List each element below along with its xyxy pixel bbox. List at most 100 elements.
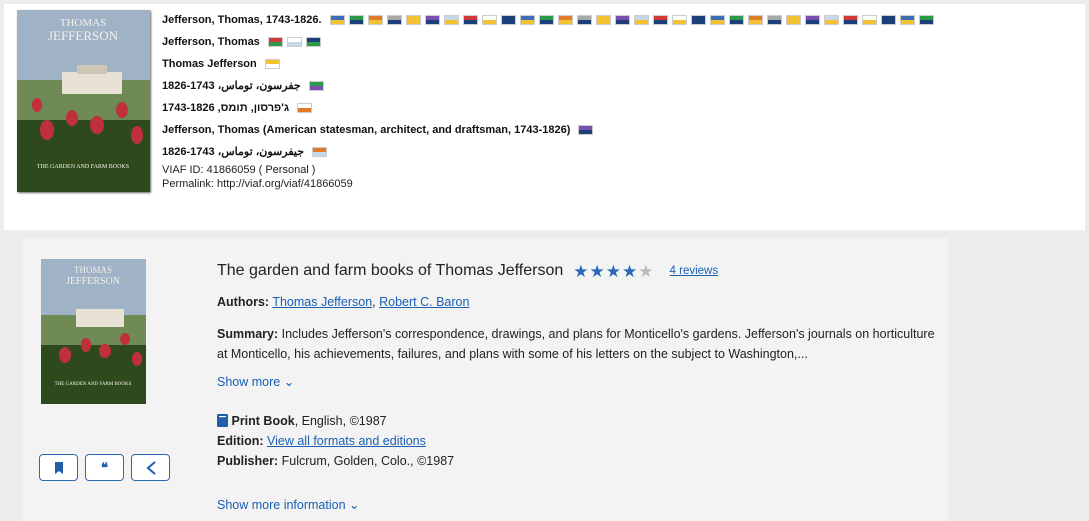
- star-filled-icon: ★: [573, 261, 589, 281]
- viaf-name-row: Jefferson, Thomas: [162, 31, 1085, 53]
- source-flag-icon[interactable]: [880, 15, 896, 26]
- source-flags-icon[interactable]: [264, 53, 284, 75]
- viaf-name-list: Jefferson, Thomas, 1743-1826. Jefferson,…: [162, 9, 1085, 191]
- source-flag-icon[interactable]: [728, 15, 744, 26]
- source-flag-icon[interactable]: [766, 15, 782, 26]
- source-flag-icon[interactable]: [633, 15, 649, 26]
- source-flag-icon[interactable]: [519, 15, 535, 26]
- viaf-name[interactable]: جفرسون، توماس، 1743-1826: [162, 80, 301, 92]
- publisher-label: Publisher:: [217, 454, 279, 468]
- source-flag-icon[interactable]: [578, 125, 594, 136]
- edition-label: Edition:: [217, 434, 264, 448]
- source-flag-icon[interactable]: [424, 15, 440, 26]
- viaf-name-row: Jefferson, Thomas (American statesman, a…: [162, 119, 1085, 141]
- source-flag-icon[interactable]: [899, 15, 915, 26]
- save-bookmark-button[interactable]: [39, 454, 78, 481]
- source-flag-icon[interactable]: [405, 15, 421, 26]
- source-flag-icon[interactable]: [462, 15, 478, 26]
- source-flag-icon[interactable]: [785, 15, 801, 26]
- source-flag-icon[interactable]: [443, 15, 459, 26]
- source-flag-icon[interactable]: [386, 15, 402, 26]
- source-flags-icon[interactable]: [267, 31, 325, 53]
- source-flag-icon[interactable]: [652, 15, 668, 26]
- source-flag-icon[interactable]: [312, 147, 328, 158]
- source-flag-icon[interactable]: [297, 103, 313, 114]
- publisher-line: Publisher: Fulcrum, Golden, Colo., ©1987: [217, 451, 937, 471]
- title-row: The garden and farm books of Thomas Jeff…: [217, 262, 937, 280]
- record-card: THOMAS JEFFERSON THE GARDEN AND FARM BOO…: [22, 238, 948, 521]
- source-flags-icon[interactable]: [297, 97, 316, 119]
- editions-link[interactable]: View all formats and editions: [267, 434, 426, 448]
- source-flag-icon[interactable]: [264, 59, 280, 70]
- summary-text: Includes Jefferson's correspondence, dra…: [217, 327, 935, 361]
- cite-button[interactable]: ❝: [85, 454, 124, 481]
- source-flag-icon[interactable]: [671, 15, 687, 26]
- viaf-name[interactable]: Jefferson, Thomas (American statesman, a…: [162, 124, 570, 136]
- source-flag-icon[interactable]: [595, 15, 611, 26]
- star-empty-icon: ★: [638, 261, 654, 281]
- source-flag-icon[interactable]: [308, 81, 324, 92]
- source-flag-icon[interactable]: [267, 37, 283, 48]
- cover-caption: THE GARDEN AND FARM BOOKS: [37, 164, 129, 170]
- source-flag-icon[interactable]: [614, 15, 630, 26]
- source-flag-icon[interactable]: [918, 15, 934, 26]
- viaf-id: VIAF ID: 41866059 ( Personal ): [162, 164, 316, 176]
- author-link[interactable]: Robert C. Baron: [379, 295, 469, 309]
- source-flag-icon[interactable]: [823, 15, 839, 26]
- source-flag-icon[interactable]: [861, 15, 877, 26]
- viaf-name[interactable]: ג'פרסון, תומס, 1743-1826: [162, 102, 289, 114]
- viaf-name[interactable]: Thomas Jefferson: [162, 58, 257, 70]
- book-icon: [217, 414, 228, 427]
- viaf-name-row: جيفرسون، توماس، 1743-1826: [162, 141, 1085, 163]
- viaf-name[interactable]: Jefferson, Thomas: [162, 36, 260, 48]
- source-flag-icon[interactable]: [348, 15, 364, 26]
- source-flag-icon[interactable]: [538, 15, 554, 26]
- format-details: , English, ©1987: [294, 414, 387, 428]
- source-flags-icon[interactable]: [329, 9, 938, 31]
- source-flag-icon[interactable]: [286, 37, 302, 48]
- viaf-name[interactable]: جيفرسون، توماس، 1743-1826: [162, 146, 304, 158]
- source-flag-icon[interactable]: [305, 37, 321, 48]
- source-flags-icon[interactable]: [312, 141, 331, 163]
- source-flag-icon[interactable]: [557, 15, 573, 26]
- source-flags-icon[interactable]: [308, 75, 328, 97]
- source-flag-icon[interactable]: [576, 15, 592, 26]
- record-actions: ❝: [39, 454, 170, 481]
- source-flag-icon[interactable]: [500, 15, 516, 26]
- show-more-link[interactable]: Show more ⌄: [217, 374, 294, 389]
- cover-title-line2: JEFFERSON: [48, 28, 119, 43]
- cover-caption: THE GARDEN AND FARM BOOKS: [55, 382, 132, 387]
- show-more-info-link[interactable]: Show more information ⌄: [217, 497, 359, 512]
- rating-stars: ★ ★ ★ ★ ★: [573, 263, 653, 280]
- book-cover-image: THOMAS JEFFERSON THE GARDEN AND FARM BOO…: [17, 10, 150, 192]
- viaf-name-row: Jefferson, Thomas, 1743-1826.: [162, 9, 1085, 31]
- viaf-name-row: ג'פרסון, תומס, 1743-1826: [162, 97, 1085, 119]
- source-flag-icon[interactable]: [329, 15, 345, 26]
- share-button[interactable]: [131, 454, 170, 481]
- source-flag-icon[interactable]: [747, 15, 763, 26]
- format-line: Print Book, English, ©1987: [217, 411, 937, 431]
- star-filled-icon: ★: [589, 261, 605, 281]
- record-content: The garden and farm books of Thomas Jeff…: [217, 262, 937, 512]
- viaf-permalink[interactable]: Permalink: http://viaf.org/viaf/41866059: [162, 177, 1085, 191]
- cover-title-line2: JEFFERSON: [66, 276, 120, 287]
- source-flag-icon[interactable]: [804, 15, 820, 26]
- source-flags-icon[interactable]: [578, 119, 597, 141]
- source-flag-icon[interactable]: [690, 15, 706, 26]
- record-title[interactable]: The garden and farm books of Thomas Jeff…: [217, 262, 563, 280]
- source-flag-icon[interactable]: [709, 15, 725, 26]
- source-flag-icon[interactable]: [842, 15, 858, 26]
- author-link[interactable]: Thomas Jefferson: [272, 295, 372, 309]
- edition-line: Edition: View all formats and editions: [217, 431, 937, 451]
- summary-line: Summary: Includes Jefferson's correspond…: [217, 324, 937, 364]
- share-icon: [145, 460, 156, 475]
- book-cover-image[interactable]: THOMAS JEFFERSON THE GARDEN AND FARM BOO…: [41, 259, 146, 404]
- source-flag-icon[interactable]: [367, 15, 383, 26]
- authors-line: Authors: Thomas Jefferson, Robert C. Bar…: [217, 295, 470, 309]
- viaf-panel: THOMAS JEFFERSON THE GARDEN AND FARM BOO…: [4, 4, 1085, 230]
- source-flag-icon[interactable]: [481, 15, 497, 26]
- viaf-name[interactable]: Jefferson, Thomas, 1743-1826.: [162, 14, 322, 26]
- bookmark-icon: [54, 461, 63, 474]
- authors-label: Authors:: [217, 295, 270, 309]
- reviews-link[interactable]: 4 reviews: [670, 265, 719, 277]
